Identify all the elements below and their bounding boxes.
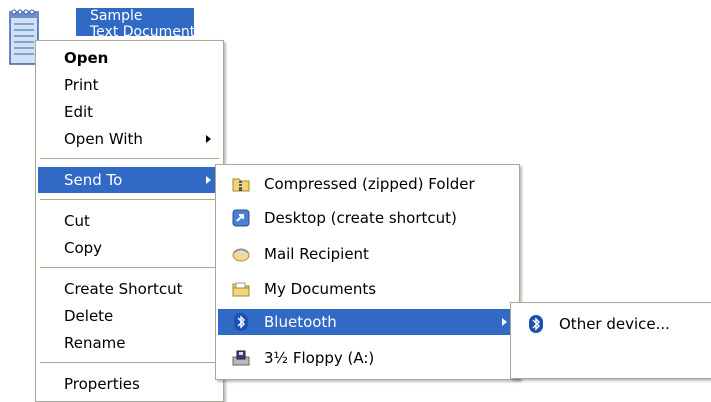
- menu-item-edit[interactable]: Edit: [38, 99, 221, 125]
- desktop-shortcut-icon: [232, 209, 250, 227]
- menu-item-open[interactable]: Open: [38, 45, 221, 71]
- menu-item-copy[interactable]: Copy: [38, 235, 221, 261]
- send-to-submenu: Compressed (zipped) Folder Desktop (crea…: [215, 164, 520, 380]
- send-to-item-my-documents[interactable]: My Documents: [218, 276, 517, 302]
- menu-item-rename[interactable]: Rename: [38, 330, 221, 356]
- file-name-line2: Text Document: [90, 24, 194, 36]
- send-to-item-zipped-folder[interactable]: Compressed (zipped) Folder: [218, 171, 517, 197]
- bluetooth-item-label: Other device...: [559, 315, 670, 333]
- menu-item-properties[interactable]: Properties: [38, 371, 221, 397]
- bluetooth-icon: [232, 313, 250, 331]
- menu-item-label: Edit: [64, 103, 94, 121]
- my-documents-folder-icon: [232, 280, 250, 298]
- send-to-item-mail-recipient[interactable]: Mail Recipient: [218, 241, 517, 267]
- menu-item-label: Copy: [64, 239, 103, 257]
- menu-item-cut[interactable]: Cut: [38, 208, 221, 234]
- send-to-item-label: Bluetooth: [264, 313, 337, 331]
- menu-separator: [40, 158, 219, 159]
- bluetooth-item-other-device[interactable]: Other device...: [513, 311, 709, 337]
- menu-item-label: Print: [64, 76, 99, 94]
- send-to-item-label: 3½ Floppy (A:): [264, 349, 375, 367]
- menu-item-create-shortcut[interactable]: Create Shortcut: [38, 276, 221, 302]
- menu-item-open-with[interactable]: Open With: [38, 126, 221, 152]
- floppy-drive-icon: [232, 349, 250, 367]
- menu-item-send-to[interactable]: Send To: [38, 167, 221, 193]
- menu-item-label: Cut: [64, 212, 90, 230]
- send-to-item-desktop[interactable]: Desktop (create shortcut): [218, 205, 517, 231]
- menu-item-print[interactable]: Print: [38, 72, 221, 98]
- menu-item-label: Open: [64, 49, 109, 67]
- zipped-folder-icon: [232, 175, 250, 193]
- send-to-item-bluetooth[interactable]: Bluetooth: [218, 309, 517, 335]
- menu-item-delete[interactable]: Delete: [38, 303, 221, 329]
- context-menu: Open Print Edit Open With Send To Cut Co…: [35, 40, 224, 402]
- send-to-item-label: Mail Recipient: [264, 245, 369, 263]
- submenu-arrow-icon: [206, 135, 211, 143]
- menu-item-label: Properties: [64, 375, 140, 393]
- menu-item-label: Create Shortcut: [64, 280, 183, 298]
- file-name-line1: Sample: [90, 8, 143, 24]
- send-to-item-label: Compressed (zipped) Folder: [264, 175, 475, 193]
- mail-recipient-icon: [232, 245, 250, 263]
- bluetooth-submenu: Other device...: [510, 302, 711, 379]
- send-to-item-label: Desktop (create shortcut): [264, 209, 457, 227]
- menu-separator: [40, 199, 219, 200]
- submenu-arrow-icon: [502, 318, 507, 326]
- send-to-item-floppy[interactable]: 3½ Floppy (A:): [218, 345, 517, 371]
- menu-item-label: Rename: [64, 334, 126, 352]
- menu-item-label: Delete: [64, 307, 114, 325]
- menu-separator: [40, 267, 219, 268]
- menu-item-label: Send To: [64, 171, 123, 189]
- menu-item-label: Open With: [64, 130, 143, 148]
- menu-separator: [40, 362, 219, 363]
- file-name-label[interactable]: Sample Text Document: [76, 8, 194, 36]
- send-to-item-label: My Documents: [264, 280, 377, 298]
- submenu-arrow-icon: [206, 176, 211, 184]
- bluetooth-icon: [527, 315, 545, 333]
